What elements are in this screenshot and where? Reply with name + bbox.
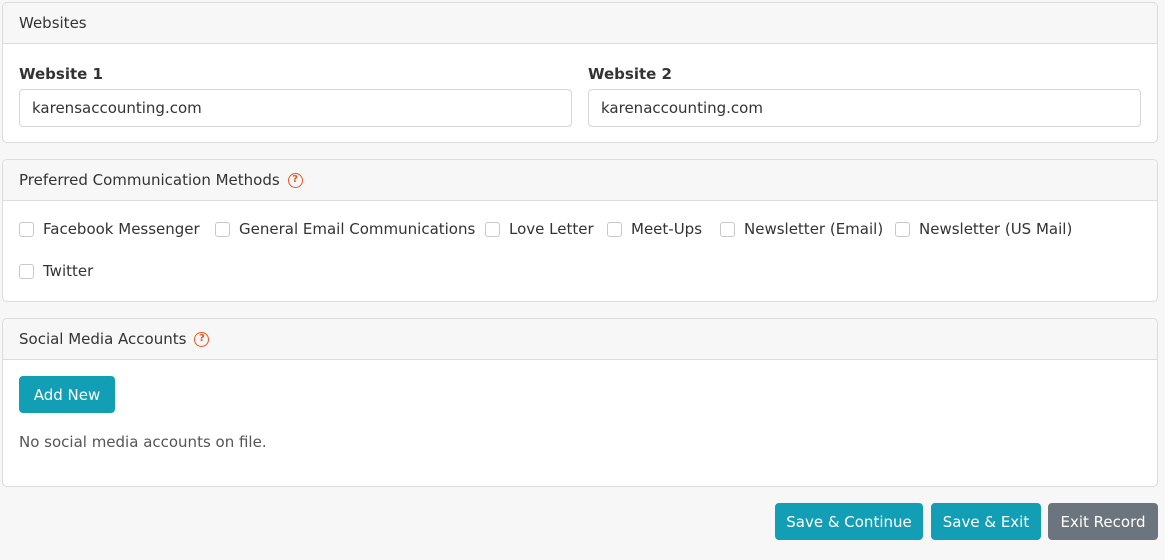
option-general-email[interactable]: General Email Communications [215,220,475,238]
option-label: Facebook Messenger [43,220,200,238]
option-facebook-messenger[interactable]: Facebook Messenger [19,220,200,238]
checkbox[interactable] [485,221,500,237]
save-exit-button[interactable]: Save & Exit [931,503,1041,540]
option-label: Newsletter (Email) [744,220,884,238]
websites-title: Websites [19,14,87,32]
exit-record-button[interactable]: Exit Record [1048,503,1158,540]
communication-card: Preferred Communication Methods ? Facebo… [2,159,1158,302]
question-circle-icon[interactable]: ? [194,331,210,347]
checkbox[interactable] [607,221,622,237]
social-media-title: Social Media Accounts [19,330,187,348]
social-media-card: Social Media Accounts ? Add New No socia… [2,318,1158,487]
option-meet-ups[interactable]: Meet-Ups [607,220,702,238]
checkbox[interactable] [895,221,910,237]
option-label: General Email Communications [239,220,476,238]
option-label: Twitter [43,262,94,280]
checkbox[interactable] [720,221,735,237]
option-label: Newsletter (US Mail) [919,220,1073,238]
website1-label: Website 1 [19,65,103,83]
add-new-button[interactable]: Add New [19,376,115,413]
communication-header: Preferred Communication Methods ? [3,160,1157,201]
checkbox[interactable] [19,221,34,237]
checkbox[interactable] [19,263,34,279]
communication-title: Preferred Communication Methods [19,171,280,189]
option-newsletter-us-mail[interactable]: Newsletter (US Mail) [895,220,1072,238]
websites-card: Websites Website 1 Website 2 [2,2,1158,143]
option-newsletter-email[interactable]: Newsletter (Email) [720,220,883,238]
save-continue-button[interactable]: Save & Continue [775,503,923,540]
website1-input[interactable] [19,89,572,127]
social-media-header: Social Media Accounts ? [3,319,1157,360]
empty-state-text: No social media accounts on file. [19,433,267,451]
checkbox[interactable] [215,221,230,237]
option-label: Love Letter [509,220,594,238]
websites-header: Websites [3,3,1157,44]
question-circle-icon[interactable]: ? [287,172,303,188]
option-label: Meet-Ups [631,220,703,238]
website2-input[interactable] [588,89,1141,127]
option-love-letter[interactable]: Love Letter [485,220,594,238]
option-twitter[interactable]: Twitter [19,262,93,280]
website2-label: Website 2 [588,65,672,83]
